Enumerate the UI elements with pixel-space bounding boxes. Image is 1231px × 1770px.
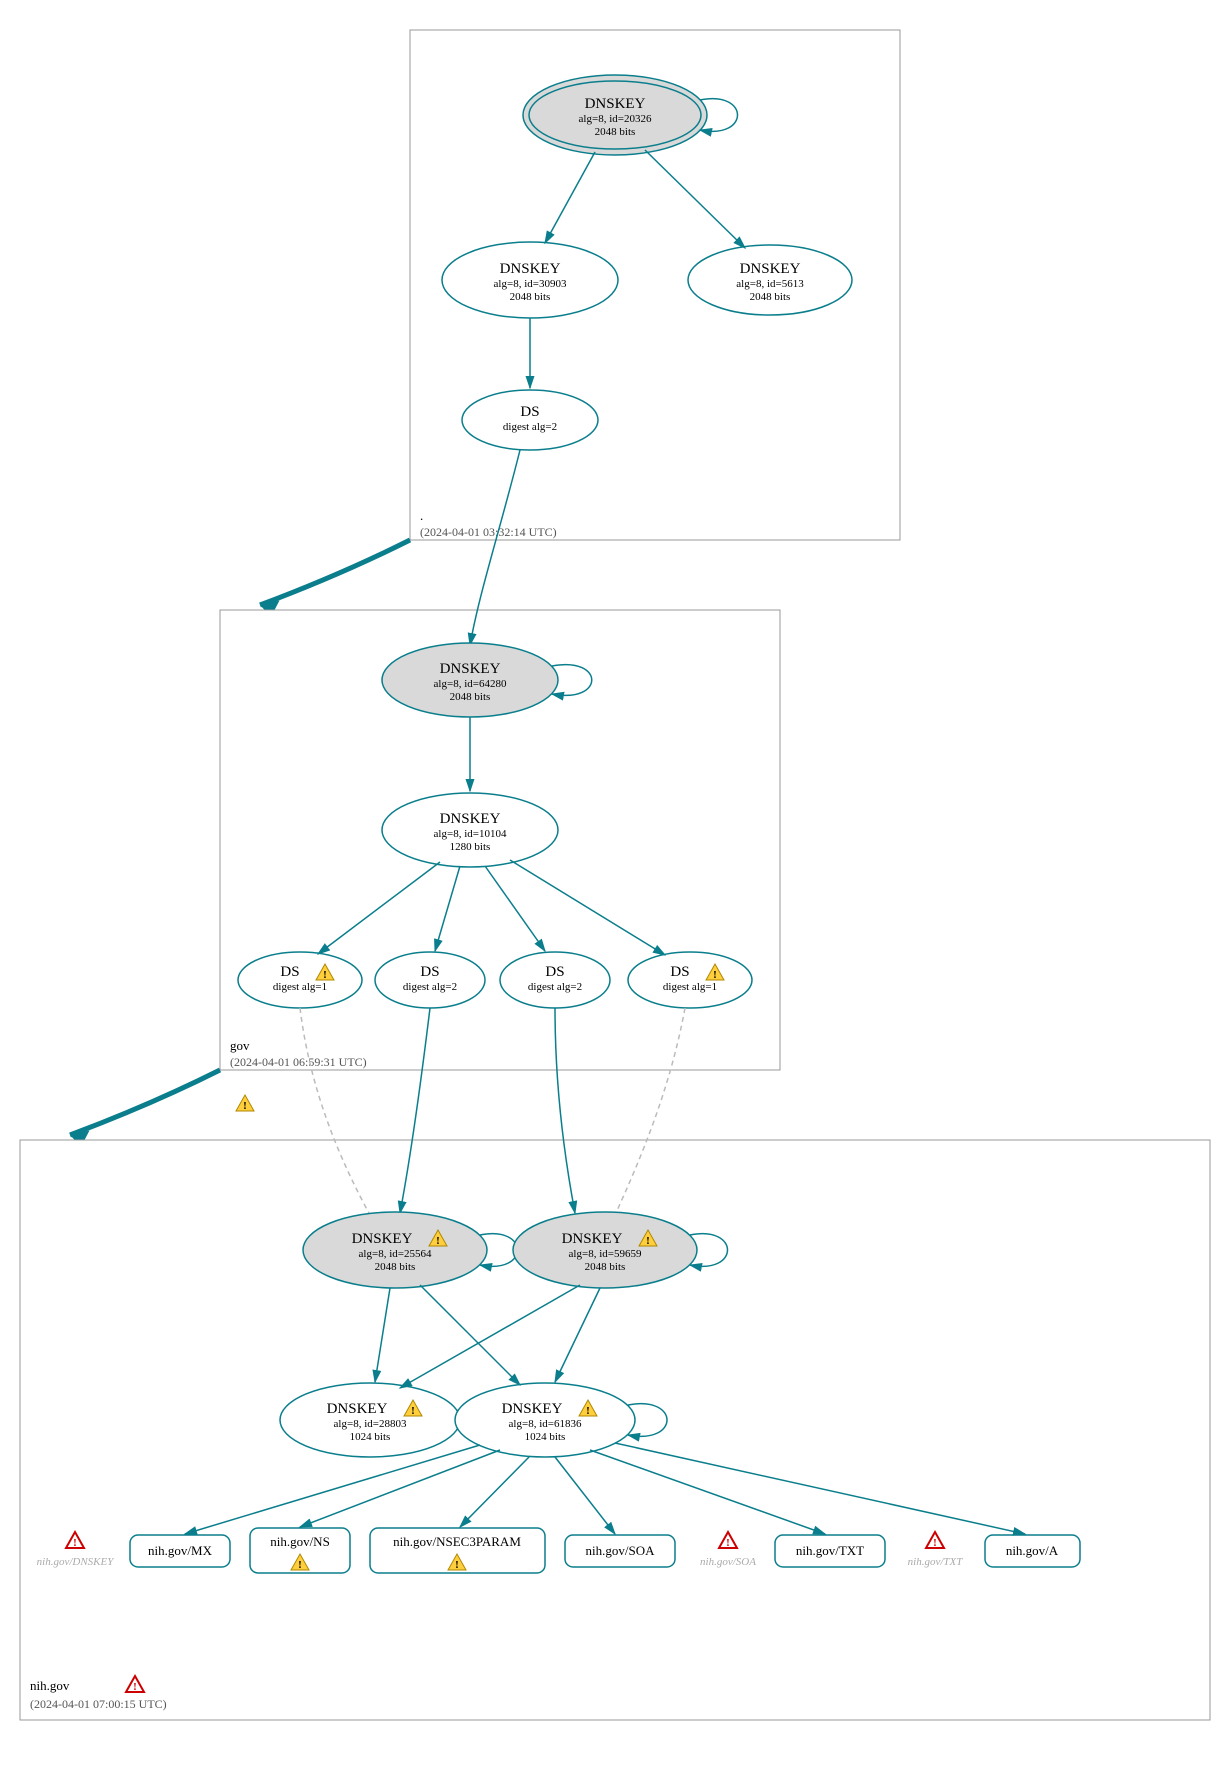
svg-text:DS: DS — [545, 964, 564, 980]
svg-text:DNSKEY: DNSKEY — [562, 1231, 623, 1247]
svg-text:2048 bits: 2048 bits — [375, 1261, 416, 1273]
err-soa: nih.gov/SOA — [700, 1556, 756, 1568]
svg-text:alg=8, id=20326: alg=8, id=20326 — [579, 113, 652, 125]
svg-text:DNSKEY: DNSKEY — [327, 1401, 388, 1417]
err-txt-rec: nih.gov/TXT — [908, 1556, 964, 1568]
svg-text:DS: DS — [280, 964, 299, 980]
svg-text:1024 bits: 1024 bits — [350, 1431, 391, 1443]
svg-text:alg=8, id=30903: alg=8, id=30903 — [494, 278, 567, 290]
svg-text:alg=8, id=28803: alg=8, id=28803 — [334, 1418, 407, 1430]
svg-text:nih.gov/TXT: nih.gov/TXT — [796, 1543, 864, 1558]
svg-text:digest alg=1: digest alg=1 — [663, 981, 717, 993]
svg-text:alg=8, id=59659: alg=8, id=59659 — [569, 1248, 642, 1260]
svg-text:DNSKEY: DNSKEY — [440, 811, 501, 827]
svg-text:alg=8, id=5613: alg=8, id=5613 — [736, 278, 804, 290]
svg-text:DNSKEY: DNSKEY — [500, 261, 561, 277]
ds-root[interactable] — [462, 390, 598, 450]
svg-text:nih.gov/NSEC3PARAM: nih.gov/NSEC3PARAM — [393, 1534, 521, 1549]
zone-nih-label: nih.gov — [30, 1678, 70, 1693]
svg-text:alg=8, id=10104: alg=8, id=10104 — [434, 828, 507, 840]
svg-text:DNSKEY: DNSKEY — [740, 261, 801, 277]
svg-text:2048 bits: 2048 bits — [595, 126, 636, 138]
zone-root-label: . — [420, 508, 423, 523]
svg-text:1024 bits: 1024 bits — [525, 1431, 566, 1443]
svg-text:DNSKEY: DNSKEY — [352, 1231, 413, 1247]
delegation-arrow — [70, 1070, 220, 1135]
svg-text:alg=8, id=64280: alg=8, id=64280 — [434, 678, 507, 690]
zone-gov-label: gov — [230, 1038, 250, 1053]
svg-text:digest alg=1: digest alg=1 — [273, 981, 327, 993]
svg-text:DS: DS — [670, 964, 689, 980]
zone-root-time: (2024-04-01 03:32:14 UTC) — [420, 525, 557, 539]
svg-text:2048 bits: 2048 bits — [750, 291, 791, 303]
ds-gov-2[interactable] — [375, 952, 485, 1008]
svg-text:alg=8, id=61836: alg=8, id=61836 — [509, 1418, 582, 1430]
zone-nih-time: (2024-04-01 07:00:15 UTC) — [30, 1697, 167, 1711]
svg-text:nih.gov/A: nih.gov/A — [1006, 1543, 1059, 1558]
ds-gov-3[interactable] — [500, 952, 610, 1008]
svg-text:nih.gov/SOA: nih.gov/SOA — [586, 1543, 656, 1558]
ds-gov-1[interactable] — [238, 952, 362, 1008]
svg-text:DNSKEY: DNSKEY — [440, 661, 501, 677]
zone-gov-time: (2024-04-01 06:59:31 UTC) — [230, 1055, 367, 1069]
svg-text:2048 bits: 2048 bits — [510, 291, 551, 303]
svg-text:nih.gov/NS: nih.gov/NS — [270, 1534, 330, 1549]
err-dnskey: nih.gov/DNSKEY — [37, 1556, 116, 1568]
svg-text:DS: DS — [520, 404, 539, 420]
svg-text:digest alg=2: digest alg=2 — [403, 981, 457, 993]
warning-icon — [236, 1095, 254, 1112]
ds-gov-4[interactable] — [628, 952, 752, 1008]
svg-text:nih.gov/MX: nih.gov/MX — [148, 1543, 213, 1558]
dnskey-root-ksk-title: DNSKEY — [585, 96, 646, 112]
svg-text:DS: DS — [420, 964, 439, 980]
svg-text:digest alg=2: digest alg=2 — [528, 981, 582, 993]
dnssec-graph: ! ! . (2024-04-01 03:32:14 UTC) DNSKEY a… — [0, 0, 1231, 1770]
svg-text:2048 bits: 2048 bits — [450, 691, 491, 703]
svg-text:digest alg=2: digest alg=2 — [503, 421, 557, 433]
svg-text:alg=8, id=25564: alg=8, id=25564 — [359, 1248, 432, 1260]
svg-text:DNSKEY: DNSKEY — [502, 1401, 563, 1417]
delegation-arrow — [260, 540, 410, 605]
svg-text:1280 bits: 1280 bits — [450, 841, 491, 853]
svg-text:2048 bits: 2048 bits — [585, 1261, 626, 1273]
